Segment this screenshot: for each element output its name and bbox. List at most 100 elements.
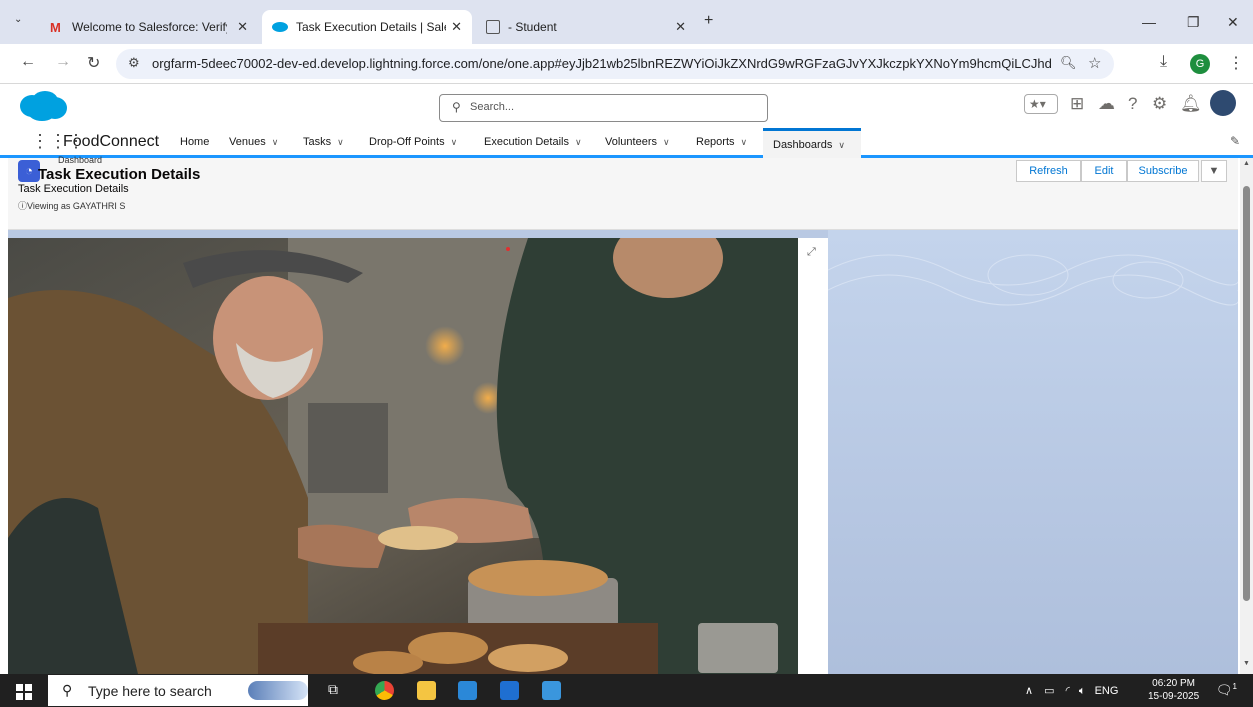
tab-salesforce[interactable]: Task Execution Details | Salesfor ✕	[262, 10, 472, 44]
new-tab-button[interactable]: +	[704, 12, 713, 30]
app-name: FoodConnect	[63, 133, 160, 150]
dashboard-image-widget[interactable]	[8, 238, 798, 674]
nav-label: Execution Details	[484, 136, 569, 148]
scroll-down-icon[interactable]: ▼	[1243, 660, 1250, 667]
scroll-up-icon[interactable]: ▲	[1243, 160, 1250, 167]
favorites-star-icon[interactable]: ★▾	[1024, 94, 1058, 114]
nav-item-home[interactable]: Home	[180, 136, 209, 148]
viewing-as-text: ⓘViewing as GAYATHRI S	[18, 199, 125, 212]
download-icon[interactable]: ⤓	[1160, 53, 1167, 71]
taskbar-search-placeholder: Type here to search	[88, 682, 212, 699]
tab-search-icon[interactable]: ⌄	[14, 14, 22, 25]
close-icon[interactable]: ✕	[237, 19, 248, 35]
close-icon[interactable]: ✕	[675, 19, 686, 35]
chevron-down-icon[interactable]: ∨	[451, 137, 458, 147]
search-icon: ⚲	[62, 682, 73, 698]
user-avatar[interactable]	[1210, 90, 1236, 116]
nav-label: Volunteers	[605, 136, 657, 148]
nav-item-dashboards[interactable]: Dashboards ∨	[763, 128, 861, 158]
chevron-down-icon[interactable]: ∨	[272, 137, 279, 147]
chevron-up-icon[interactable]: ∧	[1025, 685, 1033, 697]
widget-edge	[798, 238, 828, 674]
nav-label: Dashboards	[773, 139, 833, 151]
scrollbar-thumb[interactable]	[1243, 186, 1250, 601]
global-search-input[interactable]: ⚲ Search...	[439, 94, 768, 122]
global-actions-icon[interactable]: ⊞	[1070, 94, 1084, 114]
menu-icon[interactable]: ⋮	[1228, 53, 1244, 73]
chevron-down-icon[interactable]: ∨	[838, 140, 845, 150]
forward-icon[interactable]: →	[55, 53, 71, 71]
nav-item-execution-details[interactable]: Execution Details ∨	[484, 136, 582, 148]
edit-nav-pencil-icon[interactable]: ✎	[1230, 134, 1240, 148]
url-text[interactable]: orgfarm-5deec70002-dev-ed.develop.lightn…	[152, 56, 1052, 71]
chevron-down-icon[interactable]: ∨	[663, 137, 670, 147]
battery-icon[interactable]: ▭	[1044, 685, 1054, 697]
windows-start-icon[interactable]	[16, 684, 32, 700]
dashboard-subtitle: Task Execution Details	[18, 183, 129, 195]
salesforce-cloud-logo[interactable]	[18, 90, 68, 122]
object-label: Dashboard	[58, 155, 103, 165]
window-close-icon[interactable]: ✕	[1227, 14, 1239, 31]
notifications-bell-icon[interactable]: 🔔︎	[1180, 94, 1202, 114]
refresh-button[interactable]: Refresh	[1016, 160, 1081, 182]
notification-count: 1	[1232, 682, 1237, 691]
nav-item-volunteers[interactable]: Volunteers ∨	[605, 136, 670, 148]
site-info-icon[interactable]: ⚙	[128, 55, 140, 71]
subscribe-button[interactable]: Subscribe	[1127, 160, 1199, 182]
nav-item-tasks[interactable]: Tasks ∨	[303, 136, 344, 148]
nav-label: Home	[180, 136, 210, 148]
volunteer-photo	[8, 238, 798, 674]
tab-student[interactable]: - Student ✕	[476, 10, 696, 44]
nav-item-drop-off-points[interactable]: Drop-Off Points ∨	[369, 136, 457, 148]
wifi-icon[interactable]: ◜	[1066, 685, 1070, 697]
photos-icon[interactable]	[542, 681, 561, 700]
nav-label: Tasks	[303, 136, 332, 148]
help-icon[interactable]: ?	[1128, 94, 1137, 114]
search-icon: ⚲	[452, 100, 461, 114]
weather-icon[interactable]	[248, 681, 308, 700]
viewing-label: Viewing as GAYATHRI S	[27, 201, 126, 211]
nav-item-venues[interactable]: Venues ∨	[229, 136, 278, 148]
chevron-down-icon[interactable]: ∨	[741, 137, 748, 147]
salesforce-header: ⚲ Search... ★▾ ⊞ ☁ ? ⚙ 🔔︎	[0, 84, 1253, 128]
profile-avatar[interactable]: G	[1190, 54, 1210, 74]
search-placeholder: Search...	[470, 101, 515, 113]
windows-taskbar: ⚲ Type here to search ⧉ ∧ ▭ ◜ 🔈︎ ENG 06:…	[0, 674, 1253, 707]
volume-muted-icon[interactable]: 🔈︎	[1079, 685, 1086, 697]
minimize-icon[interactable]: —	[1142, 14, 1156, 30]
more-actions-chevron-icon[interactable]: ▼	[1201, 160, 1227, 182]
guidance-center-icon[interactable]: ☁	[1098, 94, 1115, 114]
language-indicator[interactable]: ENG	[1095, 685, 1119, 697]
setup-gear-icon[interactable]: ⚙	[1152, 94, 1167, 114]
student-icon	[486, 20, 500, 34]
star-icon[interactable]: ☆	[1088, 54, 1101, 72]
tab-gmail[interactable]: M Welcome to Salesforce: Verify y ✕	[40, 10, 258, 44]
page-scrollbar[interactable]: ▲ ▼	[1240, 158, 1253, 674]
zoom-icon[interactable]: 🔍︎	[1060, 55, 1077, 71]
edit-button[interactable]: Edit	[1081, 160, 1127, 182]
reload-icon[interactable]: ↻	[87, 53, 100, 73]
notification-center-icon[interactable]: 🗨︎1	[1216, 682, 1237, 698]
taskbar-clock[interactable]: 06:20 PM 15-09-2025	[1148, 677, 1199, 703]
address-bar[interactable]: ⚙ orgfarm-5deec70002-dev-ed.develop.ligh…	[116, 49, 1114, 79]
task-view-icon[interactable]: ⧉	[328, 681, 347, 700]
back-icon[interactable]: ←	[20, 53, 36, 71]
restore-icon[interactable]: ❐	[1187, 14, 1200, 31]
chrome-icon[interactable]	[375, 681, 394, 700]
topo-pattern	[827, 254, 1238, 306]
nav-label: Reports	[696, 136, 735, 148]
nav-label: Drop-Off Points	[369, 136, 445, 148]
tab-label: Welcome to Salesforce: Verify y	[72, 20, 227, 34]
nav-label: Venues	[229, 136, 266, 148]
expand-icon[interactable]: ⤢	[807, 246, 816, 259]
browser-toolbar: ← → ↻ ⚙ orgfarm-5deec70002-dev-ed.develo…	[0, 44, 1253, 84]
file-explorer-icon[interactable]	[417, 681, 436, 700]
store-icon[interactable]	[458, 681, 477, 700]
close-icon[interactable]: ✕	[451, 19, 462, 35]
mail-icon[interactable]	[500, 681, 519, 700]
chevron-down-icon[interactable]: ∨	[337, 137, 344, 147]
nav-item-reports[interactable]: Reports ∨	[696, 136, 747, 148]
salesforce-icon	[272, 22, 288, 32]
chevron-down-icon[interactable]: ∨	[575, 137, 582, 147]
info-icon: ⓘ	[18, 201, 28, 211]
